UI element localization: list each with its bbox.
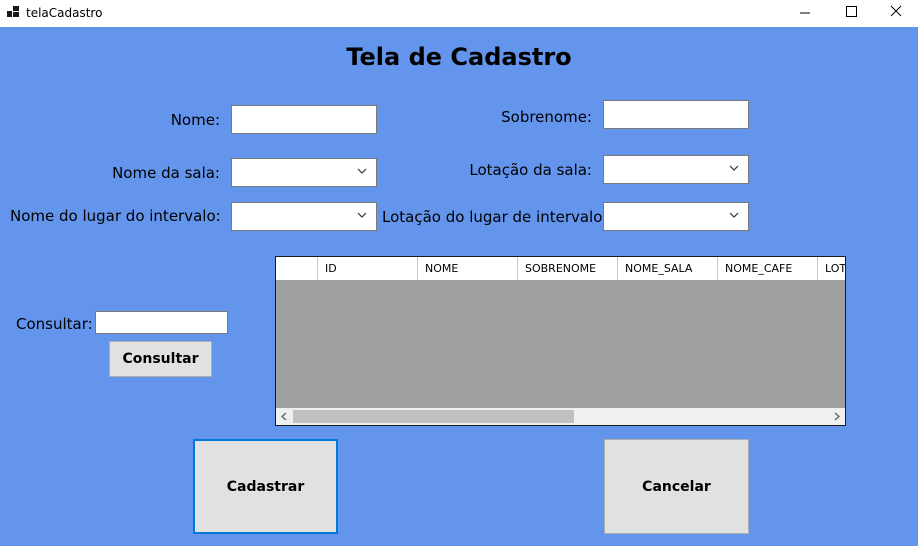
nome-sala-label: Nome da sala: [112,164,220,182]
nome-sala-select[interactable] [231,158,377,187]
scroll-right-icon[interactable] [833,412,841,421]
scroll-left-icon[interactable] [280,412,288,421]
nome-label: Nome: [170,111,220,129]
chevron-down-icon [357,168,367,174]
lotacao-lugar-intervalo-label: Lotação do lugar de intervalo: [382,208,608,226]
close-icon [890,5,902,17]
consultar-button[interactable]: Consultar [109,341,212,377]
grid-column-sobrenome[interactable]: SOBRENOME [518,257,618,280]
horizontal-scrollbar[interactable] [276,408,845,425]
grid-column-lot[interactable]: LOT [818,257,845,280]
row-header-corner [276,257,318,280]
cancelar-button[interactable]: Cancelar [604,439,749,534]
chevron-down-icon [729,165,739,171]
grid-column-nome-cafe[interactable]: NOME_CAFE [718,257,818,280]
nome-lugar-intervalo-select[interactable] [231,202,377,231]
minimize-button[interactable] [782,0,828,26]
sobrenome-input[interactable] [603,100,749,129]
maximize-button[interactable] [828,0,874,26]
title-bar: telaCadastro [0,0,918,27]
nome-input[interactable] [231,105,377,134]
grid-header: ID NOME SOBRENOME NOME_SALA NOME_CAFE LO… [276,257,845,281]
lotacao-sala-label: Lotação da sala: [469,161,592,179]
grid-column-nome-sala[interactable]: NOME_SALA [618,257,718,280]
grid-column-nome[interactable]: NOME [418,257,518,280]
maximize-icon [846,6,857,17]
lotacao-sala-select[interactable] [603,155,749,184]
chevron-down-icon [729,212,739,218]
nome-lugar-intervalo-label: Nome do lugar do intervalo: [10,207,221,225]
sobrenome-label: Sobrenome: [501,108,592,126]
cadastrar-button[interactable]: Cadastrar [193,439,338,534]
consultar-input[interactable] [95,311,228,334]
minimize-icon [800,12,810,14]
form-title: Tela de Cadastro [346,43,572,71]
chevron-down-icon [357,212,367,218]
app-icon [7,6,19,18]
data-grid[interactable]: ID NOME SOBRENOME NOME_SALA NOME_CAFE LO… [275,256,846,426]
consultar-label: Consultar: [16,315,93,333]
grid-column-id[interactable]: ID [318,257,418,280]
scrollbar-thumb[interactable] [293,410,574,423]
window-title: telaCadastro [26,6,103,20]
close-button[interactable] [872,0,918,26]
lotacao-lugar-intervalo-select[interactable] [603,202,749,231]
